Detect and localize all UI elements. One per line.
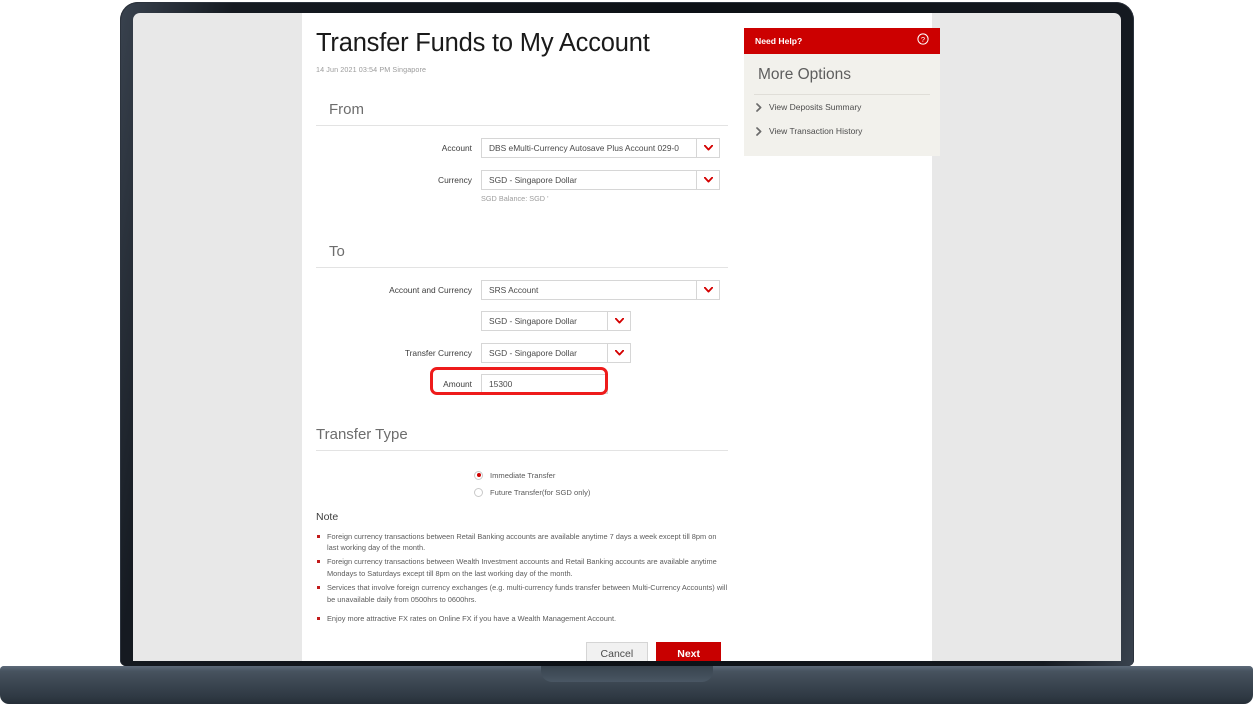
screenshot-stage: Transfer Funds to My Account 14 Jun 2021…	[0, 0, 1253, 720]
amount-field[interactable]: 15300	[481, 373, 608, 394]
page-content: Transfer Funds to My Account 14 Jun 2021…	[316, 29, 728, 661]
chevron-down-icon[interactable]	[608, 342, 631, 363]
svg-text:?: ?	[921, 35, 925, 44]
radio-icon-unselected[interactable]	[474, 487, 483, 497]
transfer-type-divider	[316, 449, 728, 451]
cancel-button[interactable]: Cancel	[585, 641, 649, 661]
chevron-down-icon[interactable]	[697, 169, 720, 190]
amount-row: Amount 15300	[316, 373, 728, 394]
from-account-row: Account DBS eMulti-Currency Autosave Plu…	[316, 137, 728, 158]
page-title: Transfer Funds to My Account	[316, 29, 650, 57]
from-currency-label: Currency	[438, 174, 472, 185]
from-account-value: DBS eMulti-Currency Autosave Plus Accoun…	[481, 137, 697, 158]
transfer-currency-label: Transfer Currency	[404, 347, 472, 358]
more-options-heading: More Options	[758, 66, 852, 83]
to-heading: To	[329, 242, 345, 260]
note-heading: Note	[316, 510, 339, 523]
to-account-select[interactable]: SRS Account	[481, 279, 720, 300]
sidebar-link-transaction-history[interactable]: View Transaction History	[744, 119, 940, 143]
radio-future-transfer[interactable]: Future Transfer(for SGD only)	[474, 487, 728, 497]
laptop-screen: Transfer Funds to My Account 14 Jun 2021…	[133, 13, 1121, 661]
radio-label: Immediate Transfer	[490, 470, 556, 480]
radio-immediate-transfer[interactable]: Immediate Transfer	[474, 470, 728, 480]
from-balance-hint: SGD Balance: SGD '	[481, 193, 549, 203]
transfer-currency-row: Transfer Currency SGD - Singapore Dollar	[316, 342, 728, 363]
chevron-down-icon[interactable]	[608, 310, 631, 331]
more-options-panel: More Options View Deposits Summary View …	[744, 54, 940, 156]
help-question-icon[interactable]: ?	[917, 32, 929, 50]
from-account-select[interactable]: DBS eMulti-Currency Autosave Plus Accoun…	[481, 137, 720, 158]
to-account-currency-label: Account and Currency	[389, 284, 472, 295]
transfer-currency-value: SGD - Singapore Dollar	[481, 342, 608, 363]
transfer-type-section: Transfer Type Immediate Transfer Future …	[316, 426, 728, 497]
amount-row-wrapper: Amount 15300	[316, 366, 728, 395]
note-item: Foreign currency transactions between Re…	[316, 531, 728, 554]
chevron-right-icon	[756, 102, 762, 112]
note-item: Services that involve foreign currency e…	[316, 582, 728, 605]
next-button[interactable]: Next	[656, 641, 721, 661]
transfer-type-heading: Transfer Type	[316, 425, 408, 443]
sidebar-link-label: View Transaction History	[769, 126, 863, 136]
note-item: Foreign currency transactions between We…	[316, 556, 728, 579]
amount-label: Amount	[443, 378, 472, 389]
need-help-label: Need Help?	[755, 36, 803, 46]
laptop-base	[0, 666, 1253, 704]
to-account-currency-value: SGD - Singapore Dollar	[481, 310, 608, 331]
to-divider	[316, 266, 728, 268]
from-currency-value: SGD - Singapore Dollar	[481, 169, 697, 190]
to-account-value: SRS Account	[481, 279, 697, 300]
to-account-currency-select[interactable]: SGD - Singapore Dollar	[481, 310, 631, 331]
radio-label: Future Transfer(for SGD only)	[490, 487, 591, 497]
radio-icon-selected[interactable]	[474, 470, 483, 480]
to-account-currency-sub-row: SGD - Singapore Dollar	[481, 310, 728, 331]
from-currency-select[interactable]: SGD - Singapore Dollar	[481, 169, 720, 190]
form-actions: Cancel Next	[316, 641, 728, 661]
note-section: Note Foreign currency transactions betwe…	[316, 511, 728, 625]
transfer-currency-select[interactable]: SGD - Singapore Dollar	[481, 342, 631, 363]
chevron-right-icon	[756, 126, 762, 136]
from-account-label: Account	[441, 142, 472, 153]
chevron-down-icon[interactable]	[697, 279, 720, 300]
need-help-bar[interactable]: Need Help? ?	[744, 28, 940, 54]
from-section: From Account DBS eMulti-Currency Autosav…	[316, 101, 728, 203]
sidebar-link-deposits-summary[interactable]: View Deposits Summary	[744, 95, 940, 119]
from-heading: From	[329, 100, 364, 118]
note-list: Foreign currency transactions between Re…	[316, 531, 728, 625]
transfer-type-options: Immediate Transfer Future Transfer(for S…	[316, 470, 728, 497]
from-divider	[316, 124, 728, 126]
sidebar: Need Help? ? More Options View Deposits …	[744, 28, 940, 156]
to-account-currency-row: Account and Currency SRS Account	[316, 279, 728, 300]
amount-value: 15300	[481, 373, 608, 394]
note-item: Enjoy more attractive FX rates on Online…	[316, 613, 728, 624]
from-currency-row: Currency SGD - Singapore Dollar	[316, 169, 728, 190]
page-timestamp: 14 Jun 2021 03:54 PM Singapore	[316, 64, 427, 74]
sidebar-link-label: View Deposits Summary	[769, 102, 862, 112]
to-section: To Account and Currency SRS Account SGD …	[316, 242, 728, 395]
chevron-down-icon[interactable]	[697, 137, 720, 158]
